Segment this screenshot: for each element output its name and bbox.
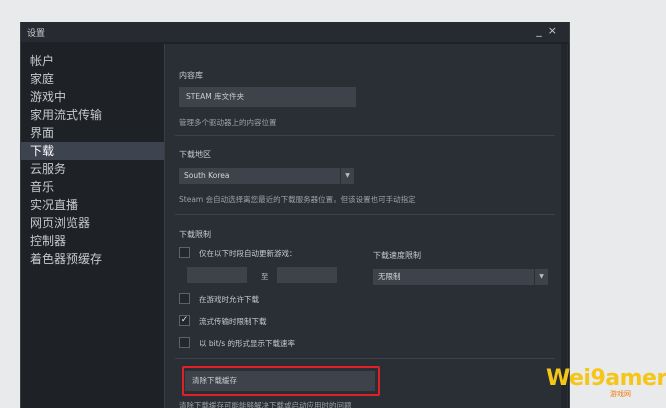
steam-library-folders-button[interactable]: STEAM 库文件夹 <box>179 87 356 107</box>
watermark-subtext: 游戏网 <box>610 390 631 398</box>
show-bits-per-second-label: 以 bit/s 的形式显示下载速率 <box>199 339 295 348</box>
allow-downloads-during-gameplay-label: 在游戏时允许下载 <box>199 295 259 304</box>
downloads-panel: 内容库 STEAM 库文件夹 管理多个驱动器上的内容位置 下载地区 South … <box>164 44 568 408</box>
window-controls[interactable]: _× <box>536 24 563 37</box>
downloads-scroll-area: 内容库 STEAM 库文件夹 管理多个驱动器上的内容位置 下载地区 South … <box>165 44 561 408</box>
sidebar-item-family[interactable]: 家庭 <box>21 70 164 88</box>
settings-sidebar: 帐户 家庭 游戏中 家用流式传输 界面 下载 云服务 音乐 实况直播 网页浏览器… <box>21 52 164 408</box>
library-section-title: 内容库 <box>179 71 203 80</box>
check-icon: ✓ <box>180 315 189 325</box>
sidebar-item-account[interactable]: 帐户 <box>21 52 164 70</box>
settings-window: 设置 _× 帐户 家庭 游戏中 家用流式传输 界面 下载 云服务 音乐 实况直播… <box>20 22 570 408</box>
watermark-text: Wei9amer <box>546 366 666 391</box>
cache-description: 清除下载缓存可能能够解决下载或启动应用时的问题 <box>179 401 352 408</box>
sidebar-item-remote-play[interactable]: 家用流式传输 <box>21 106 164 124</box>
sidebar-item-controller[interactable]: 控制器 <box>21 232 164 250</box>
chevron-down-icon: ▼ <box>340 168 354 184</box>
library-description: 管理多个驱动器上的内容位置 <box>179 118 277 127</box>
limits-section-title: 下载限制 <box>179 230 211 239</box>
highlight-box <box>182 366 380 396</box>
panel-scrollbar[interactable] <box>560 44 568 408</box>
schedule-end-time-input[interactable] <box>277 267 337 283</box>
sidebar-item-downloads[interactable]: 下载 <box>21 142 164 160</box>
show-bits-per-second-checkbox[interactable] <box>179 337 190 348</box>
allow-downloads-during-gameplay-checkbox[interactable] <box>179 293 190 304</box>
sidebar-item-broadcasting[interactable]: 实况直播 <box>21 196 164 214</box>
sidebar-item-cloud[interactable]: 云服务 <box>21 160 164 178</box>
scrollbar-thumb[interactable] <box>561 44 567 408</box>
schedule-to-label: 至 <box>261 272 269 281</box>
speed-limit-select[interactable]: 无限制 ▼ <box>373 269 548 285</box>
section-divider <box>175 214 555 215</box>
sidebar-item-in-game[interactable]: 游戏中 <box>21 88 164 106</box>
sidebar-item-interface[interactable]: 界面 <box>21 124 164 142</box>
schedule-checkbox[interactable] <box>179 247 190 258</box>
chevron-down-icon: ▼ <box>534 269 548 285</box>
section-divider <box>175 135 555 136</box>
region-section-title: 下载地区 <box>179 150 211 159</box>
watermark-logo: Wei9amer 游戏网 <box>546 366 666 398</box>
throttle-while-streaming-label: 流式传输时限制下载 <box>199 317 267 326</box>
region-description: Steam 会自动选择离您最近的下载服务器位置，但该设置也可手动指定 <box>179 195 416 204</box>
sidebar-item-web-browser[interactable]: 网页浏览器 <box>21 214 164 232</box>
speed-limit-title: 下载速度限制 <box>373 251 421 260</box>
sidebar-item-shader-cache[interactable]: 着色器预缓存 <box>21 250 164 268</box>
speed-limit-value: 无限制 <box>378 272 401 281</box>
schedule-label: 仅在以下时段自动更新游戏： <box>199 249 297 258</box>
window-title: 设置 <box>27 29 46 39</box>
download-region-select[interactable]: South Korea ▼ <box>179 168 354 184</box>
title-bar: 设置 _× <box>21 22 569 42</box>
sidebar-item-music[interactable]: 音乐 <box>21 178 164 196</box>
throttle-while-streaming-checkbox[interactable]: ✓ <box>179 315 190 326</box>
schedule-start-time-input[interactable] <box>187 267 247 283</box>
section-divider <box>175 358 555 359</box>
download-region-value: South Korea <box>184 171 230 180</box>
